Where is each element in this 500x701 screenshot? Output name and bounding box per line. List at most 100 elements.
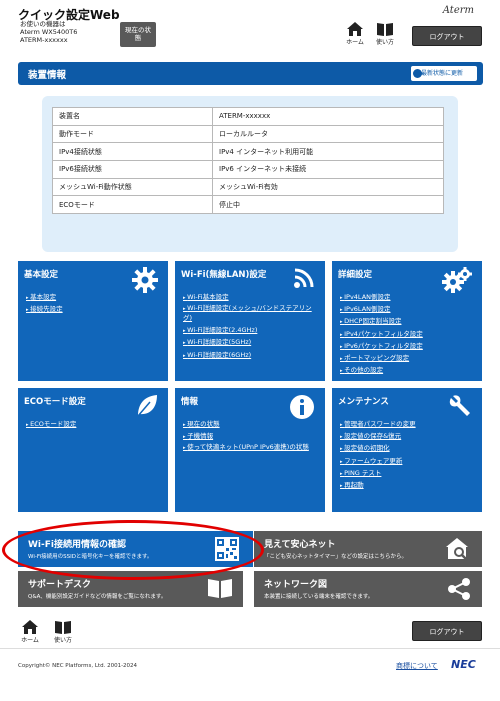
- home-button[interactable]: ホーム: [343, 22, 367, 46]
- device-model: Aterm WX5400T6: [20, 28, 78, 36]
- link-list: 基本設定 接続先設定: [26, 292, 63, 316]
- row-key: ECOモード: [52, 195, 213, 215]
- footer-help-button[interactable]: 使い方: [51, 620, 75, 644]
- row-key: 動作モード: [52, 124, 213, 144]
- highlight-annotation: [2, 520, 264, 580]
- link-other-settings[interactable]: その他の設定: [340, 365, 423, 377]
- device-info-title: 装置情報: [28, 70, 67, 81]
- device-hostname: ATERM-xxxxxx: [20, 36, 68, 44]
- tile-title: メンテナンス: [338, 397, 389, 407]
- device-info-table: 装置名 ATERM-xxxxxx 動作モード ローカルルータ IPv4接続状態 IPv…: [52, 107, 444, 215]
- leaf-icon: [137, 395, 157, 417]
- link-ipv6-lan[interactable]: IPv6LAN側設定: [340, 304, 423, 316]
- table-row: 装置名 ATERM-xxxxxx: [52, 107, 444, 126]
- wrench-icon: [449, 395, 470, 416]
- link-wifi-basic[interactable]: Wi-Fi基本設定: [183, 292, 318, 304]
- banner-safe-net[interactable]: 見えて安心ネット 「こども安心ネットタイマー」などの設定はこちらから。: [254, 531, 482, 567]
- device-label: お使いの機器は: [20, 20, 66, 28]
- banner-title: ネットワーク図: [264, 580, 328, 590]
- row-key: 装置名: [52, 107, 213, 126]
- copyright-text: Copyright© NEC Platforms, Ltd. 2001-2024: [18, 663, 138, 669]
- tile-maintenance: メンテナンス 管理者パスワードの変更 設定値の保存&復元 設定値の初期化 ファー…: [332, 388, 482, 512]
- wifi-icon: [294, 268, 314, 288]
- home-icon: [347, 22, 363, 36]
- table-row: IPv4接続状態 IPv4 インターネット利用可能: [52, 142, 444, 162]
- refresh-button[interactable]: 最新状態に更新: [411, 66, 477, 81]
- footer-divider: [0, 648, 500, 649]
- link-basic-settings[interactable]: 基本設定: [26, 292, 63, 304]
- tile-basic-settings: 基本設定 基本設定 接続先設定: [18, 261, 168, 381]
- book-icon: [377, 23, 393, 36]
- link-client-info[interactable]: 子機情報: [183, 431, 318, 443]
- link-list: 管理者パスワードの変更 設定値の保存&復元 設定値の初期化 ファームウェア更新 …: [340, 419, 416, 492]
- row-value: IPv6 インターネット未接続: [212, 160, 444, 179]
- nec-logo: NEC: [451, 658, 476, 671]
- link-ipv6-filter[interactable]: IPv6パケットフィルタ設定: [340, 341, 423, 353]
- link-text: Wi-Fi詳細設定(メッシュ/バンドステアリング): [183, 304, 312, 323]
- help-label: 使い方: [375, 39, 394, 46]
- link-factory-reset[interactable]: 設定値の初期化: [340, 443, 416, 455]
- link-text: 使って快適ネット(UPnP IPv6連携)の状態: [187, 443, 309, 452]
- gear-icon: [132, 267, 158, 293]
- house-search-icon: [446, 538, 468, 561]
- banner-title: サポートデスク: [28, 580, 92, 590]
- tile-title: Wi-Fi(無線LAN)設定: [181, 270, 267, 280]
- gears-icon: [442, 267, 472, 293]
- link-upnp-status[interactable]: 使って快適ネット(UPnP IPv6連携)の状態: [183, 443, 318, 453]
- row-key: IPv4接続状態: [52, 142, 213, 162]
- logout-button[interactable]: ログアウト: [412, 26, 482, 46]
- aterm-logo: Aterm: [442, 5, 474, 16]
- book-icon: [55, 621, 71, 634]
- link-eco-mode[interactable]: ECOモード設定: [26, 419, 76, 431]
- link-admin-password[interactable]: 管理者パスワードの変更: [340, 419, 416, 431]
- row-key: IPv6接続状態: [52, 160, 213, 179]
- banner-network-map[interactable]: ネットワーク図 本装置に接続している端末を確認できます。: [254, 571, 482, 607]
- tile-wifi-settings: Wi-Fi(無線LAN)設定 Wi-Fi基本設定 Wi-Fi詳細設定(メッシュ/…: [175, 261, 325, 381]
- help-label: 使い方: [53, 637, 72, 644]
- footer-logout-button[interactable]: ログアウト: [412, 621, 482, 641]
- row-key: メッシュWi-Fi動作状態: [52, 177, 213, 197]
- tile-advanced-settings: 詳細設定 IPv4LAN側設定 IPv6LAN側設定 DHCP固定割当設定 IP…: [332, 261, 482, 381]
- link-wifi-5ghz[interactable]: Wi-Fi詳細設定(5GHz): [183, 337, 318, 349]
- refresh-label: 最新状態に更新: [421, 70, 464, 77]
- link-ipv4-filter[interactable]: IPv4パケットフィルタ設定: [340, 329, 423, 341]
- device-info: お使いの機器は Aterm WX5400T6 ATERM-xxxxxx: [20, 20, 77, 44]
- home-icon: [22, 620, 38, 634]
- link-wifi-mesh[interactable]: Wi-Fi詳細設定(メッシュ/バンドステアリング): [183, 304, 318, 323]
- row-value: 停止中: [212, 195, 444, 215]
- tile-title: ECOモード設定: [24, 397, 86, 407]
- banner-desc: Q&A、機能別設定ガイドなどの情報をご覧になれます。: [28, 594, 167, 600]
- link-firmware-update[interactable]: ファームウェア更新: [340, 456, 416, 468]
- tile-eco-settings: ECOモード設定 ECOモード設定: [18, 388, 168, 512]
- footer-home-button[interactable]: ホーム: [18, 620, 42, 644]
- link-connection-settings[interactable]: 接続先設定: [26, 304, 63, 316]
- link-wifi-6ghz[interactable]: Wi-Fi詳細設定(6GHz): [183, 350, 318, 362]
- link-port-mapping[interactable]: ポートマッピング設定: [340, 353, 423, 365]
- link-current-status[interactable]: 現在の状態: [183, 419, 318, 431]
- table-row: メッシュWi-Fi動作状態 メッシュWi-Fi有効: [52, 177, 444, 197]
- book-icon: [208, 579, 232, 598]
- table-row: ECOモード 停止中: [52, 195, 444, 215]
- row-value: ATERM-xxxxxx: [212, 107, 444, 126]
- link-backup-restore[interactable]: 設定値の保存&復元: [340, 431, 416, 443]
- tile-title: 基本設定: [24, 270, 59, 280]
- link-ipv4-lan[interactable]: IPv4LAN側設定: [340, 292, 423, 304]
- link-list: IPv4LAN側設定 IPv6LAN側設定 DHCP固定割当設定 IPv4パケッ…: [340, 292, 423, 377]
- trademark-link[interactable]: 商標について: [396, 661, 438, 671]
- link-ping-test[interactable]: PING テスト: [340, 468, 416, 480]
- device-info-header: 装置情報 最新状態に更新: [18, 62, 483, 85]
- row-value: メッシュWi-Fi有効: [212, 177, 444, 197]
- table-row: 動作モード ローカルルータ: [52, 124, 444, 144]
- current-status-button[interactable]: 現在の状態: [120, 22, 156, 47]
- help-button[interactable]: 使い方: [373, 22, 397, 46]
- info-icon: [290, 395, 314, 419]
- row-value: ローカルルータ: [212, 124, 444, 144]
- header: クイック設定Web お使いの機器は Aterm WX5400T6 ATERM-x…: [0, 0, 500, 56]
- link-wifi-24ghz[interactable]: Wi-Fi詳細設定(2.4GHz): [183, 325, 318, 337]
- tile-info: 情報 現在の状態 子機情報 使って快適ネット(UPnP IPv6連携)の状態: [175, 388, 325, 512]
- refresh-icon: [413, 69, 422, 78]
- row-value: IPv4 インターネット利用可能: [212, 142, 444, 162]
- link-dhcp[interactable]: DHCP固定割当設定: [340, 316, 423, 328]
- link-reboot[interactable]: 再起動: [340, 480, 416, 492]
- link-list: 現在の状態 子機情報 使って快適ネット(UPnP IPv6連携)の状態: [183, 419, 318, 453]
